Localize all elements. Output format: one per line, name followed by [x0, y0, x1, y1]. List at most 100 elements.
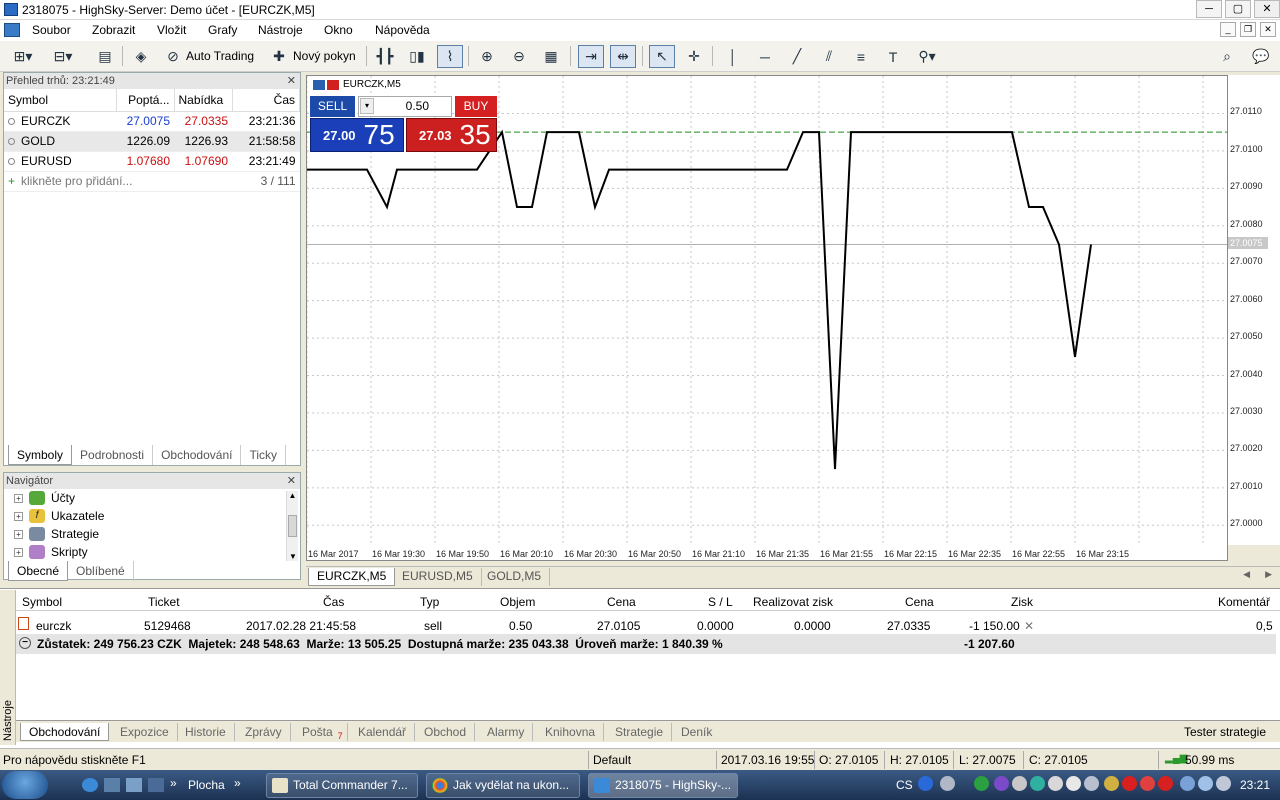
- tray-icon-g[interactable]: [1140, 776, 1155, 791]
- toolbox-side[interactable]: Nástroje: [0, 590, 16, 745]
- explorer-icon[interactable]: [104, 778, 120, 792]
- tab-denik[interactable]: Deník: [673, 723, 720, 741]
- tab-scroll-right-icon[interactable]: ▶: [1265, 569, 1272, 580]
- equidistant-channel-icon[interactable]: ⫽: [816, 45, 842, 68]
- tab-kalendar[interactable]: Kalendář: [350, 723, 416, 741]
- tab-knihovna[interactable]: Knihovna: [537, 723, 605, 741]
- metaeditor-icon[interactable]: ◈: [128, 45, 154, 68]
- tab-ticky[interactable]: Ticky: [241, 445, 287, 465]
- buy-button[interactable]: BUY: [455, 96, 497, 117]
- collapse-icon[interactable]: −: [19, 637, 31, 649]
- mdi-close-button[interactable]: ✕: [1260, 22, 1276, 37]
- col-profit[interactable]: Zisk: [1011, 595, 1033, 609]
- tray-icon-f[interactable]: [1104, 776, 1119, 791]
- network-tray-icon[interactable]: [1198, 776, 1213, 791]
- tab-eurczk[interactable]: EURCZK,M5: [308, 568, 396, 586]
- col-cur-price[interactable]: Cena: [905, 595, 934, 609]
- cursor-icon[interactable]: ↖: [649, 45, 675, 68]
- chart-shift-icon[interactable]: ⇹: [610, 45, 636, 68]
- market-watch-icon[interactable]: ▤: [92, 45, 118, 68]
- table-row[interactable]: eurczk 5129468 2017.02.28 21:45:58 sell …: [16, 613, 1280, 635]
- text-icon[interactable]: T: [880, 45, 906, 68]
- col-ticket[interactable]: Ticket: [148, 595, 180, 609]
- close-icon[interactable]: ✕: [287, 473, 296, 489]
- menu-grafy[interactable]: Grafy: [208, 23, 237, 37]
- tray-icon-a[interactable]: [1012, 776, 1027, 791]
- row-sl[interactable]: 0.0000: [697, 619, 734, 633]
- tab-podrobnosti[interactable]: Podrobnosti: [72, 445, 154, 465]
- vertical-line-icon[interactable]: │: [720, 45, 746, 68]
- tray-icon-c[interactable]: [1048, 776, 1063, 791]
- volume-spin-icon[interactable]: ▾: [360, 98, 374, 114]
- col-ask[interactable]: Nabídka: [174, 89, 233, 112]
- tab-zpravy[interactable]: Zprávy: [237, 723, 291, 741]
- close-position-icon[interactable]: ✕: [1024, 619, 1034, 633]
- expand-icon[interactable]: +: [14, 547, 23, 557]
- volume-tray-icon[interactable]: [1216, 776, 1231, 791]
- tab-gold[interactable]: GOLD,M5: [479, 568, 551, 586]
- col-time[interactable]: Čas: [232, 89, 300, 112]
- nav-item-strategie[interactable]: + Strategie: [14, 527, 99, 541]
- col-type[interactable]: Typ: [420, 595, 439, 609]
- tab-alarmy[interactable]: Alarmy: [479, 723, 534, 741]
- price-axis[interactable]: 27.0110 27.0100 27.0090 27.0080 27.0070 27.00…: [1228, 75, 1280, 545]
- shapes-icon[interactable]: ⚲▾: [914, 45, 940, 68]
- new-order-button[interactable]: Nový pokyn: [293, 49, 356, 63]
- profiles-icon[interactable]: ⊟▾: [50, 45, 76, 68]
- col-price[interactable]: Cena: [607, 595, 636, 609]
- col-volume[interactable]: Objem: [500, 595, 535, 609]
- col-comment[interactable]: Komentář: [1218, 595, 1270, 609]
- mdi-restore-button[interactable]: ❐: [1240, 22, 1256, 37]
- tab-expozice[interactable]: Expozice: [112, 723, 178, 741]
- toolbar-more-icon[interactable]: »: [234, 776, 241, 790]
- col-bid[interactable]: Poptá...: [116, 89, 175, 112]
- trendline-icon[interactable]: ╱: [784, 45, 810, 68]
- row-tp[interactable]: 0.0000: [794, 619, 831, 633]
- col-symbol[interactable]: Symbol: [22, 595, 62, 609]
- quicklaunch-icon[interactable]: [148, 778, 164, 792]
- auto-trading-icon[interactable]: ⊘: [160, 45, 186, 68]
- search-icon[interactable]: ⌕: [1214, 45, 1240, 68]
- table-row[interactable]: EURUSD 1.07680 1.07690 23:21:49: [4, 151, 300, 172]
- tab-obchodovani[interactable]: Obchodování: [153, 445, 242, 465]
- menu-nastroje[interactable]: Nástroje: [258, 23, 303, 37]
- tab-symboly[interactable]: Symboly: [8, 445, 73, 465]
- new-chart-icon[interactable]: ⊞▾: [10, 45, 36, 68]
- utorrent-tray-icon[interactable]: [974, 776, 989, 791]
- chat-icon[interactable]: 💬: [1248, 45, 1274, 68]
- desktop-icon[interactable]: [126, 778, 142, 792]
- tab-scroll-left-icon[interactable]: ◀: [1243, 569, 1250, 580]
- navigator-scrollbar[interactable]: ▲ ▼: [286, 491, 298, 561]
- nav-item-ucty[interactable]: + Účty: [14, 491, 75, 505]
- horizontal-line-icon[interactable]: ─: [752, 45, 778, 68]
- col-sl[interactable]: S / L: [708, 595, 733, 609]
- tab-obecne[interactable]: Obecné: [8, 561, 69, 581]
- close-icon[interactable]: ✕: [287, 73, 296, 89]
- expand-icon[interactable]: +: [14, 511, 23, 521]
- sell-button[interactable]: SELL: [310, 96, 355, 117]
- menu-napoveda[interactable]: Nápověda: [375, 23, 430, 37]
- taskbar-total-commander[interactable]: Total Commander 7...: [266, 773, 418, 798]
- display-tray-icon[interactable]: [1180, 776, 1195, 791]
- expand-icon[interactable]: +: [14, 493, 23, 503]
- viber-tray-icon[interactable]: [994, 776, 1009, 791]
- table-row[interactable]: EURCZK 27.0075 27.0335 23:21:36: [4, 111, 300, 132]
- tab-obchodovani[interactable]: Obchodování: [20, 723, 110, 741]
- tray-icon-d[interactable]: [1066, 776, 1081, 791]
- mdi-minimize-button[interactable]: _: [1220, 22, 1236, 37]
- buy-price-button[interactable]: 27.03 35: [406, 118, 497, 152]
- minimize-button[interactable]: ─: [1196, 0, 1222, 18]
- tray-icon-e[interactable]: [1084, 776, 1099, 791]
- col-symbol[interactable]: Symbol: [4, 89, 117, 112]
- menu-okno[interactable]: Okno: [324, 23, 353, 37]
- menu-zobrazit[interactable]: Zobrazit: [92, 23, 135, 37]
- col-tp[interactable]: Realizovat zisk: [753, 595, 833, 609]
- language-indicator[interactable]: CS: [896, 778, 913, 792]
- fibonacci-icon[interactable]: ≡: [848, 45, 874, 68]
- tab-historie[interactable]: Historie: [177, 723, 235, 741]
- start-button[interactable]: [2, 771, 48, 799]
- scroll-thumb[interactable]: [288, 515, 297, 537]
- sell-price-button[interactable]: 27.00 75: [310, 118, 404, 152]
- table-row[interactable]: GOLD 1226.09 1226.93 21:58:58: [4, 131, 300, 152]
- bar-chart-icon[interactable]: ┫┣: [372, 45, 398, 68]
